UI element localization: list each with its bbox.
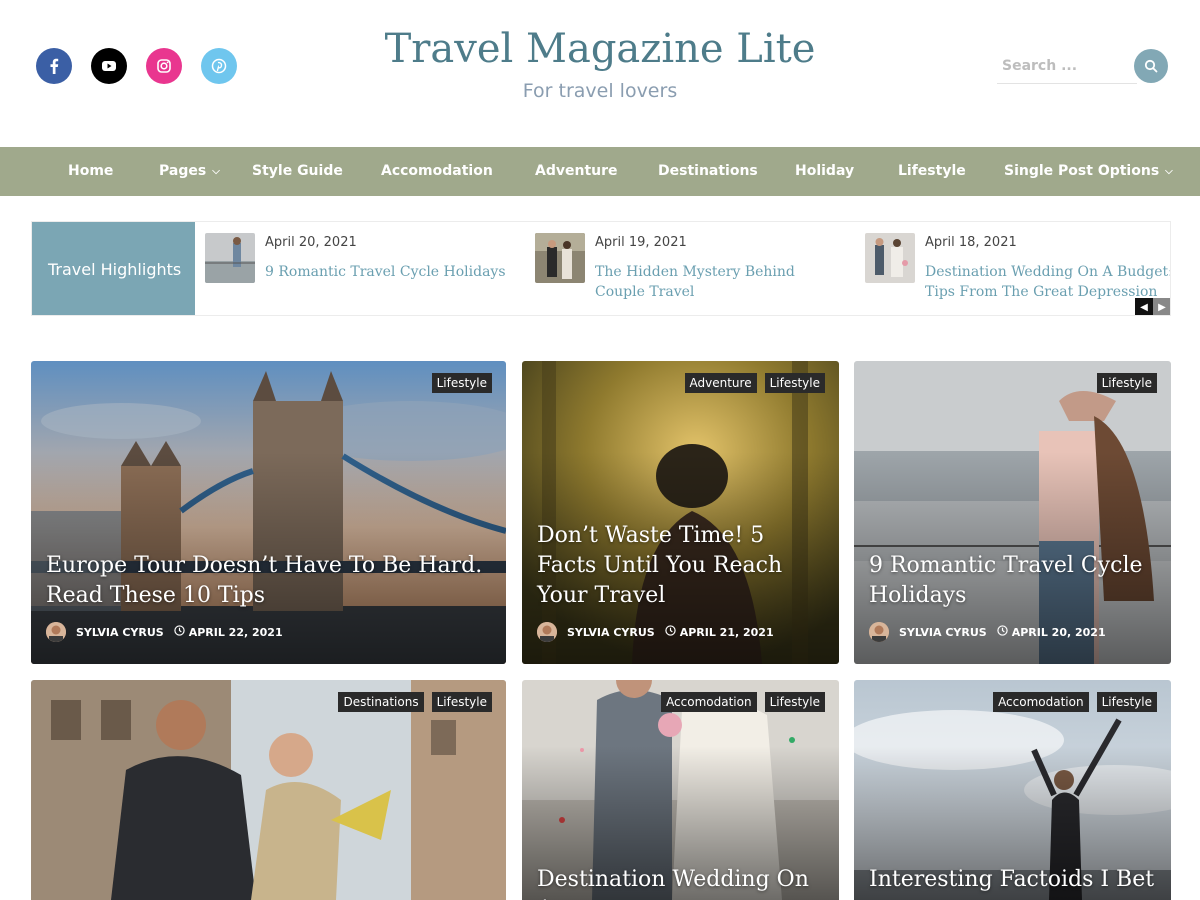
clock-icon	[665, 625, 676, 639]
search-form	[997, 48, 1171, 86]
nav-item-adventure[interactable]: Adventure	[535, 147, 618, 196]
post-meta: SYLVIA CYRUS APRIL 22, 2021	[46, 622, 283, 642]
nav-item-single-post-options[interactable]: Single Post Options ⌵	[1004, 147, 1173, 196]
highlight-thumbnail[interactable]	[865, 233, 915, 283]
clock-icon	[997, 625, 1008, 639]
post-tags: Accomodation Lifestyle	[993, 692, 1157, 712]
post-date[interactable]: APRIL 20, 2021	[1012, 626, 1106, 639]
highlight-date: April 19, 2021	[595, 235, 687, 250]
highlights-label: Travel Highlights	[32, 222, 195, 315]
nav-item-accomodation[interactable]: Accomodation	[381, 147, 493, 196]
post-author[interactable]: SYLVIA CYRUS	[899, 626, 987, 639]
avatar[interactable]	[869, 622, 889, 642]
tag-destinations[interactable]: Destinations	[338, 692, 424, 712]
search-button[interactable]	[1134, 49, 1168, 83]
post-card[interactable]: Adventure Lifestyle Don’t Waste Time! 5 …	[522, 361, 839, 664]
highlight-date: April 20, 2021	[265, 235, 357, 250]
avatar[interactable]	[537, 622, 557, 642]
nav-item-holiday[interactable]: Holiday	[795, 147, 854, 196]
post-card[interactable]: Lifestyle Europe Tour Doesn’t Have To Be…	[31, 361, 506, 664]
tag-adventure[interactable]: Adventure	[684, 373, 757, 393]
nav-item-home[interactable]: Home	[68, 147, 113, 196]
post-title[interactable]: Destination Wedding On A	[537, 865, 827, 900]
avatar[interactable]	[46, 622, 66, 642]
post-card[interactable]: Accomodation Lifestyle Destination Weddi…	[522, 680, 839, 900]
search-input[interactable]	[997, 48, 1137, 84]
nav-item-pages[interactable]: Pages ⌵	[159, 147, 220, 196]
chevron-down-icon: ⌵	[212, 166, 220, 177]
nav-item-lifestyle[interactable]: Lifestyle	[898, 147, 966, 196]
post-meta: SYLVIA CYRUS APRIL 21, 2021	[537, 622, 774, 642]
post-tags: Adventure Lifestyle	[684, 373, 825, 393]
chevron-down-icon: ⌵	[1165, 166, 1173, 177]
site-header: Travel Magazine Lite For travel lovers	[0, 0, 1200, 147]
highlight-title[interactable]: 9 Romantic Travel Cycle Holidays	[265, 262, 515, 282]
main-navigation: Home Pages ⌵ Style Guide Accomodation Adv…	[0, 147, 1200, 196]
post-author[interactable]: SYLVIA CYRUS	[567, 626, 655, 639]
highlight-title[interactable]: Destination Wedding On A Budget: Tips Fr…	[925, 262, 1170, 302]
clock-icon	[174, 625, 185, 639]
tag-lifestyle[interactable]: Lifestyle	[1096, 373, 1157, 393]
post-title[interactable]: Interesting Factoids I Bet	[869, 865, 1159, 895]
post-author[interactable]: SYLVIA CYRUS	[76, 626, 164, 639]
highlight-date: April 18, 2021	[925, 235, 1017, 250]
prev-arrow-icon[interactable]: ◀	[1135, 298, 1153, 315]
highlight-title[interactable]: The Hidden Mystery Behind Couple Travel	[595, 262, 845, 302]
post-tags: Lifestyle	[1096, 373, 1157, 393]
highlight-item[interactable]: April 18, 2021 Destination Wedding On A …	[865, 233, 1170, 308]
post-image[interactable]	[31, 680, 506, 900]
post-date[interactable]: APRIL 22, 2021	[189, 626, 283, 639]
post-title[interactable]: Europe Tour Doesn’t Have To Be Hard. Rea…	[46, 551, 486, 611]
tag-lifestyle[interactable]: Lifestyle	[431, 373, 492, 393]
search-icon	[1144, 59, 1158, 73]
highlight-thumbnail[interactable]	[205, 233, 255, 283]
post-tags: Destinations Lifestyle	[338, 692, 492, 712]
tag-lifestyle[interactable]: Lifestyle	[764, 692, 825, 712]
tag-lifestyle[interactable]: Lifestyle	[1096, 692, 1157, 712]
tag-accomodation[interactable]: Accomodation	[993, 692, 1089, 712]
post-title[interactable]: Don’t Waste Time! 5 Facts Until You Reac…	[537, 521, 827, 611]
post-card[interactable]: Accomodation Lifestyle Interesting Facto…	[854, 680, 1171, 900]
highlight-arrows: ◀ ▶	[1135, 298, 1170, 315]
post-meta: SYLVIA CYRUS APRIL 20, 2021	[869, 622, 1106, 642]
post-tags: Accomodation Lifestyle	[661, 692, 825, 712]
post-title[interactable]: 9 Romantic Travel Cycle Holidays	[869, 551, 1159, 611]
post-date[interactable]: APRIL 21, 2021	[680, 626, 774, 639]
highlight-item[interactable]: April 20, 2021 9 Romantic Travel Cycle H…	[205, 233, 525, 308]
highlight-thumbnail[interactable]	[535, 233, 585, 283]
tag-lifestyle[interactable]: Lifestyle	[764, 373, 825, 393]
tag-accomodation[interactable]: Accomodation	[661, 692, 757, 712]
tag-lifestyle[interactable]: Lifestyle	[431, 692, 492, 712]
post-card[interactable]: Destinations Lifestyle	[31, 680, 506, 900]
nav-item-style-guide[interactable]: Style Guide	[252, 147, 343, 196]
nav-item-destinations[interactable]: Destinations	[658, 147, 758, 196]
post-card[interactable]: Lifestyle 9 Romantic Travel Cycle Holida…	[854, 361, 1171, 664]
travel-highlights: Travel Highlights April 20, 2021 9 Roman…	[31, 221, 1171, 316]
next-arrow-icon[interactable]: ▶	[1153, 298, 1170, 315]
highlight-item[interactable]: April 19, 2021 The Hidden Mystery Behind…	[535, 233, 855, 308]
post-tags: Lifestyle	[431, 373, 492, 393]
